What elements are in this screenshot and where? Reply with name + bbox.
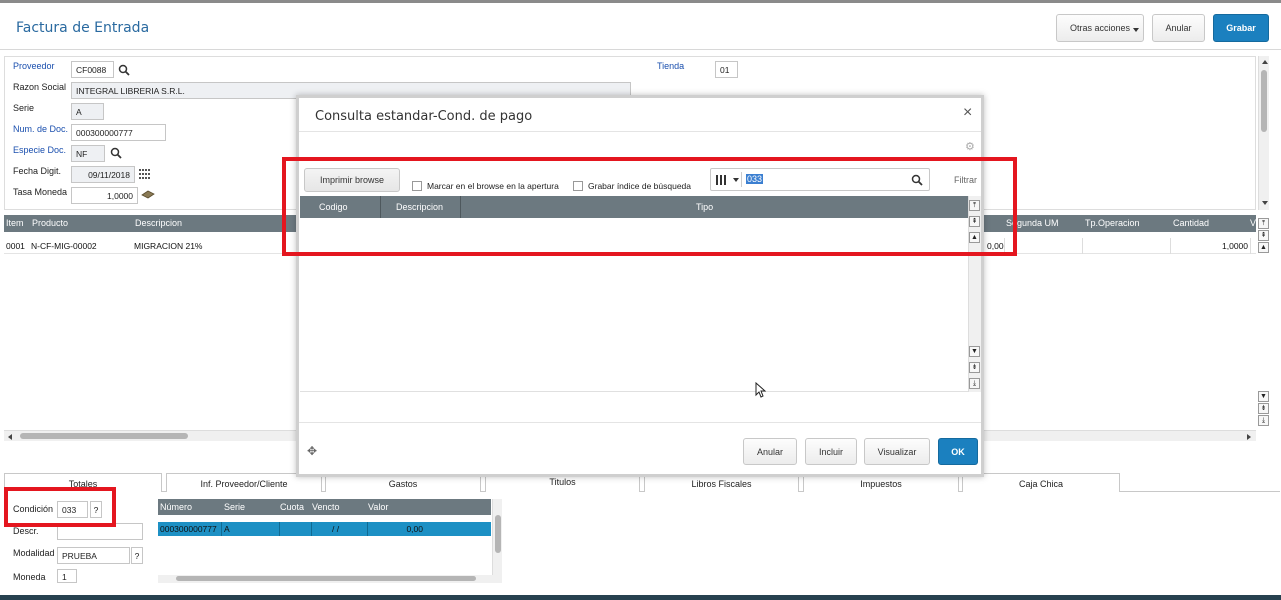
modal-anular-button[interactable]: Anular: [743, 438, 797, 465]
tienda-input[interactable]: 01: [715, 61, 738, 78]
razon-social-label: Razon Social: [13, 82, 67, 92]
col-numero[interactable]: Número: [160, 502, 192, 512]
cell-numero: 000300000777: [160, 524, 217, 534]
col-divider: [221, 522, 222, 536]
taskbar: [0, 595, 1281, 600]
modalidad-help-button[interactable]: ?: [131, 547, 143, 564]
descr-label: Descr.: [13, 526, 39, 536]
fecha-digit-label: Fecha Digit.: [13, 166, 62, 176]
titulos-horizontal-scrollbar[interactable]: [158, 575, 502, 583]
anular-button[interactable]: Anular: [1152, 14, 1205, 42]
cell-producto: N-CF-MIG-00002: [31, 241, 97, 251]
col-serie[interactable]: Serie: [224, 502, 245, 512]
next-row-icon[interactable]: ▼: [1258, 391, 1269, 402]
num-doc-label: Num. de Doc.: [13, 124, 69, 134]
col-divider: [1170, 238, 1171, 254]
col-divider: [1250, 238, 1251, 254]
tab-caja-chica[interactable]: Caja Chica: [962, 473, 1120, 492]
next-page-icon[interactable]: ⇟: [1258, 403, 1269, 414]
titulos-grid-header: Número Serie Cuota Vencto Valor: [158, 499, 491, 515]
cell-vencto: / /: [332, 524, 340, 534]
col-valor[interactable]: Valor: [368, 502, 388, 512]
caret-down-icon: [1133, 28, 1139, 32]
modal-title: Consulta estandar-Cond. de pago: [315, 109, 533, 124]
form-scrollbar[interactable]: [1258, 56, 1269, 210]
mouse-cursor-icon: [755, 382, 766, 398]
col-v[interactable]: V: [1250, 218, 1256, 228]
page-title: Factura de Entrada: [16, 20, 150, 36]
prev-row-icon[interactable]: ▲: [1258, 242, 1269, 253]
tasa-moneda-input[interactable]: 1,0000: [71, 187, 138, 204]
last-row-icon[interactable]: ⤓: [1258, 415, 1269, 426]
money-icon[interactable]: [141, 189, 155, 200]
modal-visualizar-button[interactable]: Visualizar: [864, 438, 930, 465]
col-item[interactable]: Item: [6, 218, 24, 228]
col-divider: [1082, 238, 1083, 254]
num-doc-input[interactable]: 000300000777: [71, 124, 166, 141]
col-cuota[interactable]: Cuota: [280, 502, 304, 512]
arrow-down-icon[interactable]: [1262, 201, 1268, 205]
otras-acciones-button[interactable]: Otras acciones: [1056, 14, 1144, 42]
col-tp-operacion[interactable]: Tp.Operacion: [1085, 218, 1140, 228]
cell-cantidad: 1,0000: [1222, 241, 1248, 251]
calendar-icon[interactable]: [139, 168, 151, 180]
search-icon[interactable]: [110, 147, 122, 159]
last-row-icon[interactable]: ⤓: [969, 378, 980, 389]
moneda-label: Moneda: [13, 572, 46, 582]
moneda-input[interactable]: 1: [57, 569, 77, 583]
arrow-up-icon[interactable]: [1262, 60, 1268, 64]
cell-descripcion: MIGRACION 21%: [134, 241, 203, 251]
highlight-box: [282, 157, 1017, 256]
move-icon[interactable]: ✥: [307, 444, 317, 458]
close-icon[interactable]: ×: [963, 104, 972, 122]
col-vencto[interactable]: Vencto: [312, 502, 340, 512]
col-divider: [311, 522, 312, 536]
especie-doc-input[interactable]: NF: [71, 145, 105, 162]
page-header: Factura de Entrada Otras acciones Anular…: [0, 3, 1281, 50]
otras-acciones-label: Otras acciones: [1069, 23, 1131, 33]
next-page-icon[interactable]: ⇟: [969, 362, 980, 373]
col-cantidad[interactable]: Cantidad: [1173, 218, 1209, 228]
highlight-box: [4, 487, 116, 527]
modal-title-divider: [299, 131, 981, 132]
modal-ok-button[interactable]: OK: [938, 438, 978, 465]
especie-doc-label: Especie Doc.: [13, 145, 67, 155]
prev-page-icon[interactable]: ⇞: [1258, 230, 1269, 241]
first-row-icon[interactable]: ⤒: [1258, 218, 1269, 229]
tienda-label: Tienda: [657, 61, 685, 71]
modalidad-input[interactable]: PRUEBA: [57, 547, 130, 564]
serie-label: Serie: [13, 103, 35, 113]
next-row-icon[interactable]: ▼: [969, 346, 980, 357]
modalidad-label: Modalidad: [13, 548, 55, 558]
grabar-button[interactable]: Grabar: [1213, 14, 1269, 42]
search-icon[interactable]: [118, 64, 130, 76]
cell-valor: 0,00: [406, 524, 423, 534]
fecha-digit-field[interactable]: 09/11/2018: [71, 166, 135, 183]
arrow-right-icon[interactable]: [1247, 434, 1251, 440]
col-producto[interactable]: Producto: [32, 218, 68, 228]
tasa-moneda-label: Tasa Moneda: [13, 187, 68, 197]
scroll-thumb[interactable]: [176, 576, 476, 581]
table-row[interactable]: 000300000777 A / / 0,00: [158, 522, 491, 536]
titulos-scrollbar[interactable]: [492, 499, 502, 575]
scroll-thumb[interactable]: [1261, 70, 1267, 132]
serie-field[interactable]: A: [71, 103, 104, 120]
proveedor-input[interactable]: CF0088: [71, 61, 114, 78]
arrow-left-icon[interactable]: [8, 434, 12, 440]
col-descripcion[interactable]: Descripcion: [135, 218, 182, 228]
proveedor-label: Proveedor: [13, 61, 55, 71]
col-divider: [367, 522, 368, 536]
cell-serie: A: [224, 524, 230, 534]
cell-item: 0001: [6, 241, 25, 251]
gear-icon[interactable]: ⚙: [965, 140, 975, 153]
modal-footer-divider: [299, 422, 981, 423]
scroll-thumb[interactable]: [495, 515, 501, 553]
scroll-thumb[interactable]: [20, 433, 188, 439]
col-divider: [279, 522, 280, 536]
consulta-modal: Consulta estandar-Cond. de pago × ⚙ Impr…: [296, 95, 984, 477]
modal-incluir-button[interactable]: Incluir: [805, 438, 857, 465]
